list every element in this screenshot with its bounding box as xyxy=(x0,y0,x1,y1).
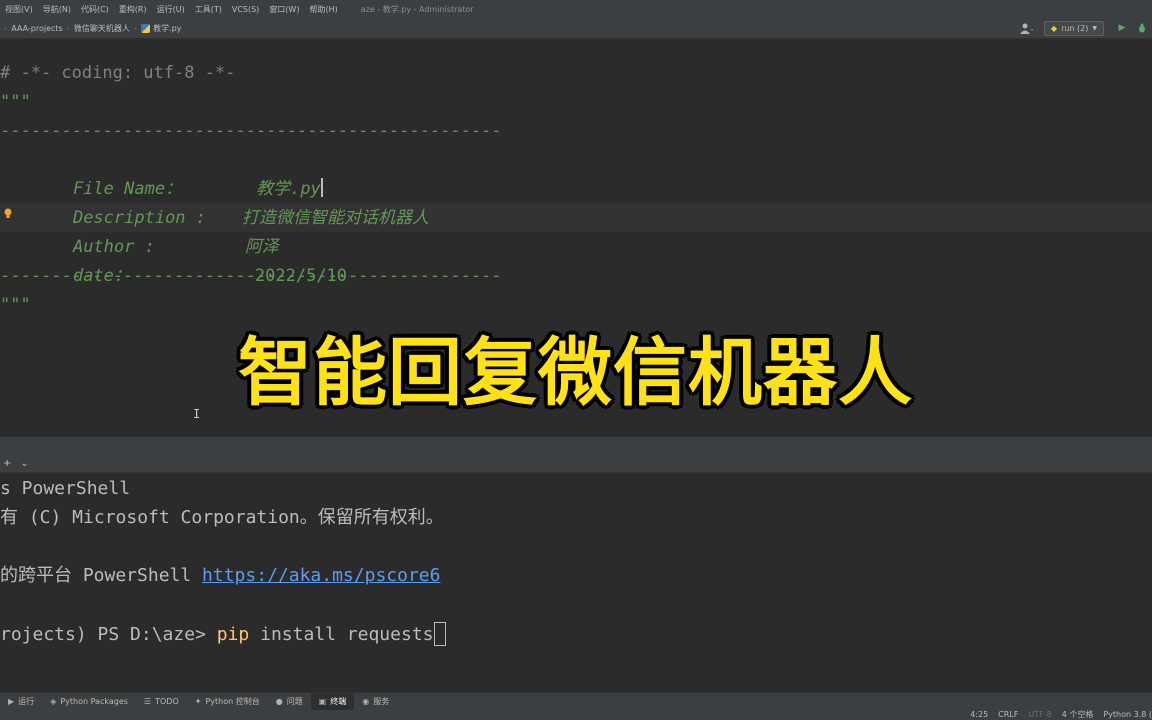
tool-window-bar: ▶ 运行 ◈ Python Packages ☰ TODO ✦ Python 控制台 ●… xyxy=(0,692,1152,711)
terminal-icon: ▣ xyxy=(318,697,327,706)
menu-bar: 视图(V) 导航(N) 代码(C) 重构(R) 运行(U) 工具(T) VCS(… xyxy=(0,0,1152,18)
indent-setting[interactable]: 4 个空格 xyxy=(1062,710,1094,720)
code-line-rule-bottom: ----------------------------------------… xyxy=(0,262,502,291)
docstring-open: """ xyxy=(0,92,31,112)
tab-label: 终端 xyxy=(330,697,347,706)
window-title: aze - 教学.py - Administrator xyxy=(360,4,474,14)
terminal-line: 的跨平台 PowerShell https://aka.ms/pscore6 xyxy=(0,561,440,590)
navigation-bar: › AAA-projects › 微信聊天机器人 › 教学.py ◆ run (… xyxy=(0,18,1152,39)
chevron-right-icon: › xyxy=(4,23,8,33)
line-separator[interactable]: CRLF xyxy=(998,710,1018,720)
menu-help[interactable]: 帮助(H) xyxy=(304,4,342,15)
terminal-panel[interactable]: s PowerShell 有 (C) Microsoft Corporation… xyxy=(0,474,1152,692)
tab-problems[interactable]: ● 问题 xyxy=(268,693,311,711)
nav-toolbar: ◆ run (2) ▼ ▶ xyxy=(1016,18,1152,38)
terminal-command: pip xyxy=(216,624,250,645)
docstring-rule-top: ----------------------------------------… xyxy=(0,121,502,141)
terminal-prompt-line: rojects) PS D:\aze> pip install requests xyxy=(0,620,446,649)
tab-python-console[interactable]: ✦ Python 控制台 xyxy=(187,693,268,711)
tab-terminal[interactable]: ▣ 终端 xyxy=(310,692,355,711)
docstring-rule-bottom: ----------------------------------------… xyxy=(0,266,502,286)
problems-icon: ● xyxy=(275,697,283,706)
terminal-command-args: install requests xyxy=(249,624,434,645)
packages-icon: ◈ xyxy=(50,697,57,706)
tab-run[interactable]: ▶ 运行 xyxy=(0,693,42,711)
todo-icon: ☰ xyxy=(143,697,152,706)
terminal-header xyxy=(0,437,1152,455)
terminal-tabs: + ⌄ xyxy=(0,455,1152,473)
python-run-icon: ◆ xyxy=(1050,23,1058,33)
mouse-ibeam-cursor-icon: I xyxy=(193,407,201,421)
run-icon: ▶ xyxy=(8,697,15,706)
video-caption: 智能回复微信机器人 xyxy=(238,330,913,416)
coding-comment: # -*- coding: utf-8 -*- xyxy=(0,63,236,83)
tab-label: Python 控制台 xyxy=(205,697,260,706)
code-line-doc-close: """ xyxy=(0,291,31,320)
python-file-icon xyxy=(141,23,151,33)
run-config-select[interactable]: ◆ run (2) ▼ xyxy=(1043,20,1104,36)
code-line-file-name: File Name： 教学.py xyxy=(32,146,323,199)
terminal-line: 有 (C) Microsoft Corporation。保留所有权利。 xyxy=(0,503,444,532)
menu-tools[interactable]: 工具(T) xyxy=(190,4,227,15)
tab-label: TODO xyxy=(155,697,179,706)
tab-todo[interactable]: ☰ TODO xyxy=(136,693,187,711)
run-config-label: run (2) xyxy=(1061,23,1089,33)
tab-label: 服务 xyxy=(373,697,390,706)
code-line-coding: # -*- coding: utf-8 -*- xyxy=(0,59,235,88)
python-console-icon: ✦ xyxy=(194,697,202,706)
tab-label: Python Packages xyxy=(60,697,128,706)
terminal-banner: s PowerShell xyxy=(0,478,131,499)
docstring-close: """ xyxy=(0,295,31,315)
code-line-doc-open: """ xyxy=(0,88,31,117)
menu-navigate[interactable]: 导航(N) xyxy=(38,4,76,15)
user-icon[interactable] xyxy=(1016,21,1038,35)
terminal-line: s PowerShell xyxy=(0,474,130,503)
tab-services[interactable]: ◉ 服务 xyxy=(354,693,397,711)
menu-window[interactable]: 窗口(W) xyxy=(264,4,304,15)
status-widgets: 4:25 CRLF UTF-8 4 个空格 Python 3.8 ( xyxy=(960,710,1152,720)
terminal-dropdown-icon[interactable]: ⌄ xyxy=(20,458,28,469)
add-terminal-icon[interactable]: + xyxy=(3,458,11,469)
code-line-author: Author : 阿泽 xyxy=(32,204,279,257)
dropdown-arrow-icon: ▼ xyxy=(1092,24,1097,32)
pscore-link[interactable]: https://aka.ms/pscore6 xyxy=(202,565,440,586)
code-line-rule-top: ----------------------------------------… xyxy=(0,117,502,146)
tab-python-packages[interactable]: ◈ Python Packages xyxy=(42,693,136,711)
run-icon[interactable]: ▶ xyxy=(1112,19,1132,37)
file-encoding[interactable]: UTF-8 xyxy=(1028,710,1051,720)
menu-vcs[interactable]: VCS(S) xyxy=(227,5,264,14)
lightbulb-icon[interactable] xyxy=(4,208,12,220)
terminal-info: 的跨平台 PowerShell xyxy=(0,565,203,586)
tab-label: 运行 xyxy=(18,697,35,706)
caret-position[interactable]: 4:25 xyxy=(970,710,988,720)
chevron-right-icon: › xyxy=(66,23,70,33)
breadcrumb-folder[interactable]: 微信聊天机器人 xyxy=(74,23,130,34)
chevron-right-icon: › xyxy=(133,23,138,33)
services-icon: ◉ xyxy=(362,697,370,706)
code-line-date: date： 2022/5/10 xyxy=(32,233,347,286)
terminal-prompt: rojects) PS D:\aze> xyxy=(0,624,217,645)
breadcrumb: › AAA-projects › 微信聊天机器人 › 教学.py xyxy=(0,23,181,34)
menu-run[interactable]: 运行(U) xyxy=(152,4,190,15)
status-bar: 4:25 CRLF UTF-8 4 个空格 Python 3.8 ( xyxy=(0,710,1152,720)
menu-refactor[interactable]: 重构(R) xyxy=(114,4,152,15)
python-interpreter[interactable]: Python 3.8 ( xyxy=(1103,710,1152,720)
debug-icon[interactable] xyxy=(1132,19,1152,37)
breadcrumb-file[interactable]: 教学.py xyxy=(153,23,181,34)
breadcrumb-project[interactable]: AAA-projects xyxy=(11,24,63,33)
code-line-description: Description : 打造微信智能对话机器人 xyxy=(32,175,429,228)
terminal-copyright: 有 (C) Microsoft Corporation。保留所有权利。 xyxy=(0,507,444,528)
menu-view[interactable]: 视图(V) xyxy=(0,4,38,15)
terminal-cursor xyxy=(433,622,446,646)
tab-label: 问题 xyxy=(286,697,303,706)
menu-code[interactable]: 代码(C) xyxy=(76,4,114,15)
